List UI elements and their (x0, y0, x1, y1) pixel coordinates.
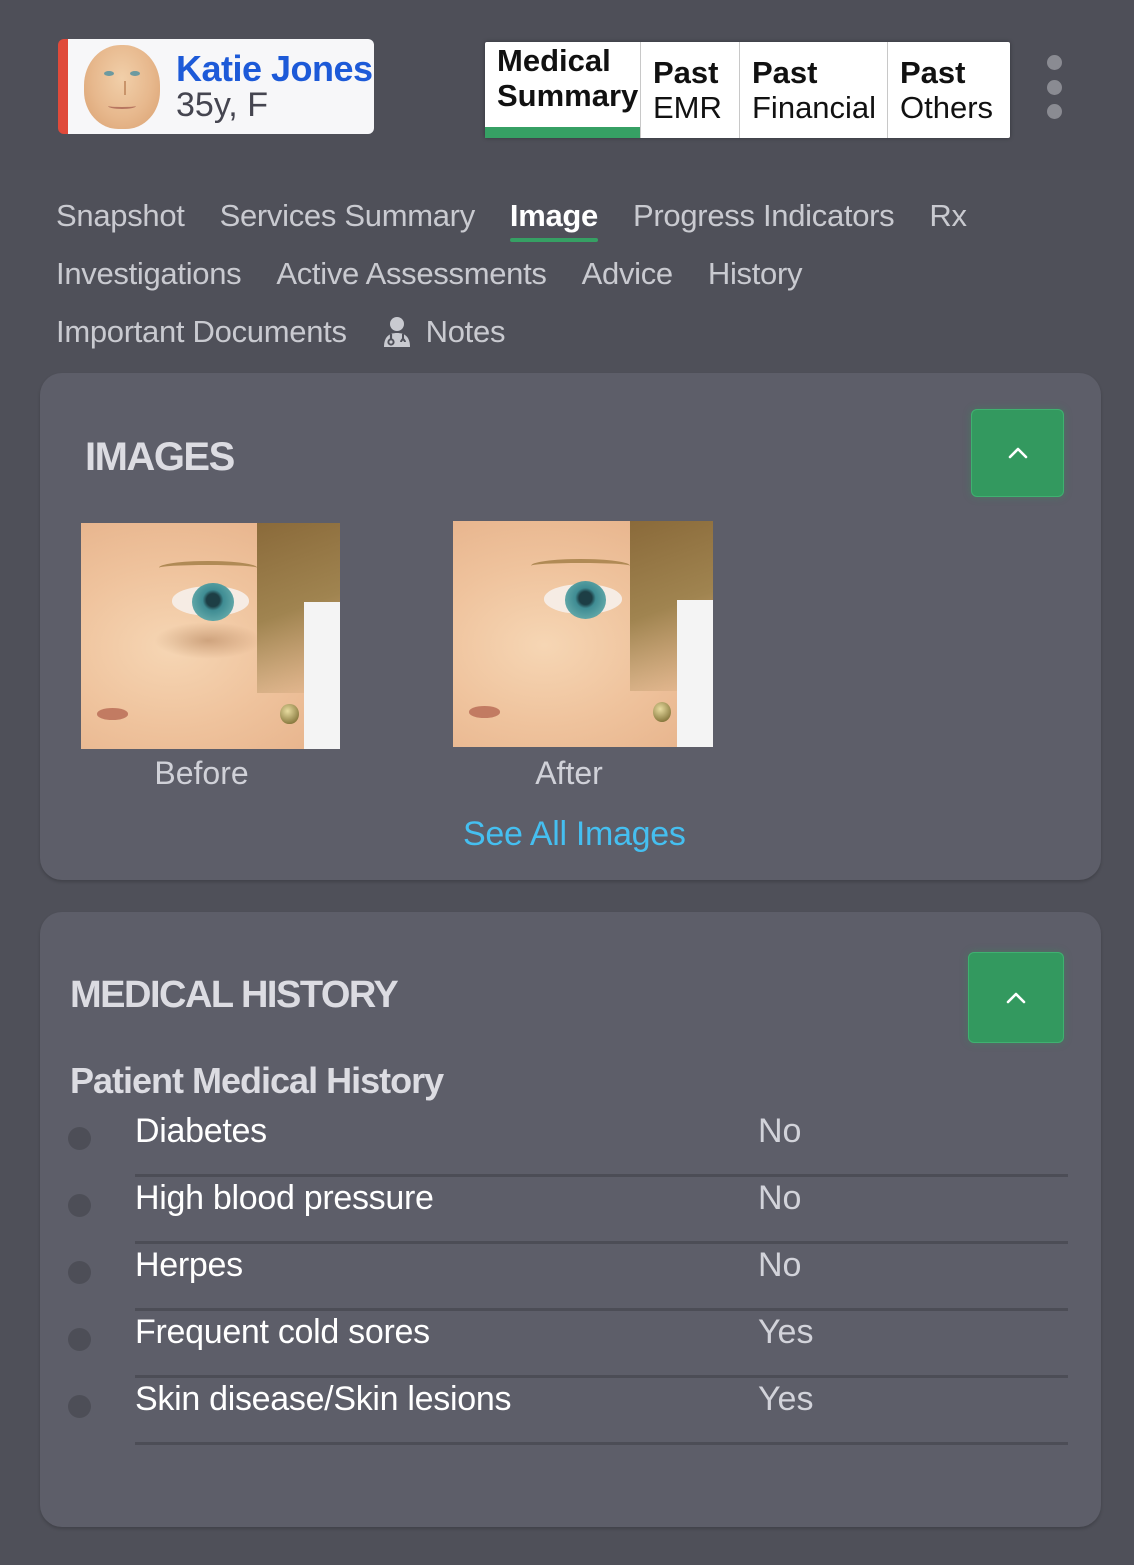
tab-past-others[interactable]: Past Others (888, 42, 1010, 138)
condition-answer: Yes (758, 1380, 814, 1418)
section-nav: Snapshot Services Summary Image Progress… (56, 188, 1106, 360)
nav-rx[interactable]: Rx (929, 198, 967, 234)
tab-label-line2: Financial (752, 90, 877, 125)
tab-label-line2: Summary (497, 77, 639, 113)
tab-past-financial[interactable]: Past Financial (740, 42, 888, 138)
after-caption: After (535, 755, 603, 791)
history-collapse-button[interactable] (968, 952, 1064, 1043)
condition-label: High blood pressure (135, 1179, 434, 1217)
nav-notes[interactable]: Notes (382, 314, 505, 350)
nav-history[interactable]: History (708, 256, 803, 292)
medical-history-list: Diabetes No High blood pressure No Herpe… (68, 1110, 1068, 1445)
before-caption: Before (154, 755, 249, 791)
history-item: High blood pressure No (68, 1177, 1068, 1244)
after-photo[interactable] (453, 521, 713, 747)
tab-label-line2: EMR (653, 90, 722, 125)
bullet-icon (68, 1395, 91, 1418)
bullet-icon (68, 1127, 91, 1150)
tab-label-line1: Past (653, 55, 719, 91)
condition-answer: No (758, 1179, 802, 1217)
history-item: Skin disease/Skin lesions Yes (68, 1378, 1068, 1445)
condition-answer: No (758, 1246, 802, 1284)
nav-image[interactable]: Image (509, 198, 598, 242)
tab-label-line2: Others (900, 90, 994, 125)
images-panel: IMAGES Before After See All Images (40, 373, 1101, 880)
tab-label-line1: Past (900, 55, 966, 91)
condition-answer: Yes (758, 1313, 814, 1351)
nav-snapshot[interactable]: Snapshot (56, 198, 185, 234)
nav-progress-indicators[interactable]: Progress Indicators (633, 198, 895, 234)
history-item: Herpes No (68, 1244, 1068, 1311)
condition-label: Skin disease/Skin lesions (135, 1380, 512, 1418)
images-collapse-button[interactable] (971, 409, 1064, 497)
doctor-icon (383, 317, 410, 347)
bullet-icon (68, 1194, 91, 1217)
top-tabs: Medical Summary Past EMR Past Financial … (485, 42, 1010, 138)
bullet-icon (68, 1328, 91, 1351)
bullet-icon (68, 1261, 91, 1284)
more-options-icon[interactable] (1043, 55, 1065, 119)
medical-history-panel: MEDICAL HISTORY Patient Medical History … (40, 912, 1101, 1527)
history-item: Frequent cold sores Yes (68, 1311, 1068, 1378)
chevron-up-icon (1006, 992, 1026, 1003)
nav-notes-label: Notes (425, 314, 506, 349)
patient-medical-history-subtitle: Patient Medical History (70, 1060, 444, 1101)
images-panel-title: IMAGES (85, 435, 235, 479)
medical-history-title: MEDICAL HISTORY (70, 974, 399, 1016)
tab-label-line1: Past (752, 55, 818, 91)
patient-card[interactable]: Katie Jones 35y, F (58, 39, 374, 134)
tab-label-line1: Medical (497, 43, 611, 78)
condition-label: Diabetes (135, 1112, 267, 1150)
patient-name[interactable]: Katie Jones (176, 49, 373, 88)
chevron-up-icon (1008, 447, 1027, 459)
history-item: Diabetes No (68, 1110, 1068, 1177)
nav-advice[interactable]: Advice (582, 256, 674, 292)
see-all-images-link[interactable]: See All Images (463, 815, 686, 854)
patient-avatar (84, 44, 160, 129)
tab-past-emr[interactable]: Past EMR (641, 42, 740, 138)
nav-investigations[interactable]: Investigations (56, 256, 242, 292)
condition-answer: No (758, 1112, 802, 1150)
before-photo[interactable] (81, 523, 340, 749)
patient-age-gender: 35y, F (176, 85, 268, 124)
nav-important-documents[interactable]: Important Documents (56, 314, 347, 350)
condition-label: Frequent cold sores (135, 1313, 430, 1351)
tab-medical-summary[interactable]: Medical Summary (485, 42, 641, 138)
condition-label: Herpes (135, 1246, 243, 1284)
nav-active-assessments[interactable]: Active Assessments (276, 256, 547, 292)
nav-services-summary[interactable]: Services Summary (220, 198, 476, 234)
